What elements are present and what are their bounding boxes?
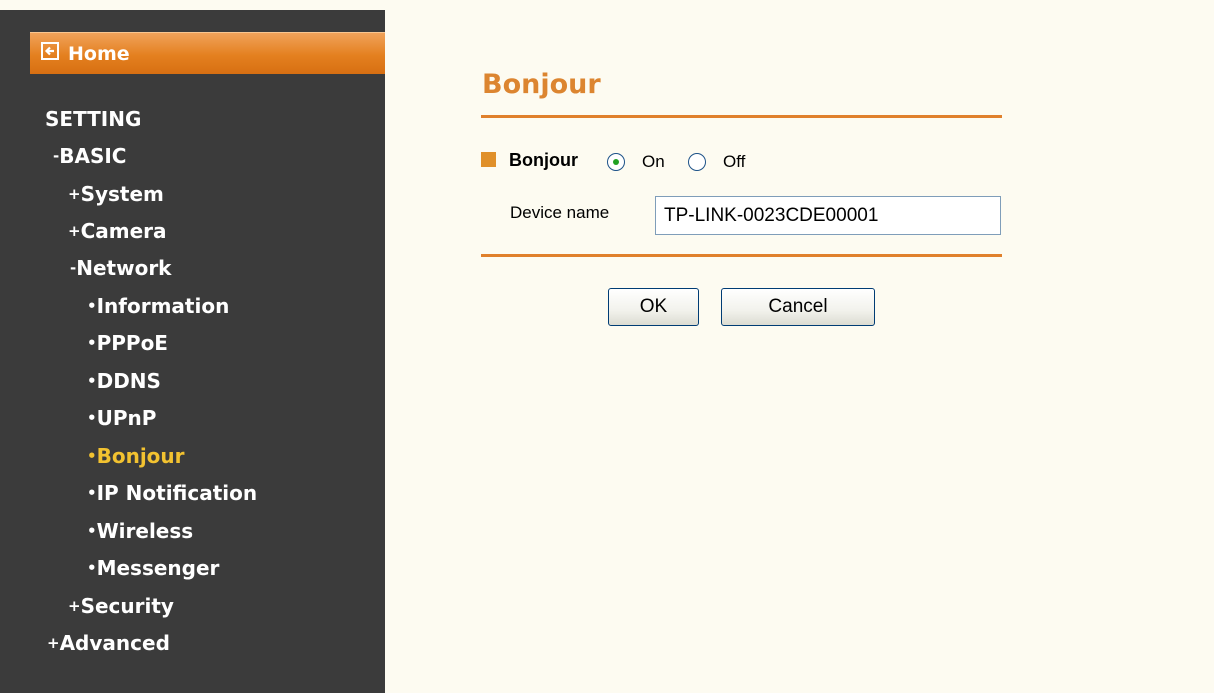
radio-off-label[interactable]: Off	[723, 152, 745, 172]
sidebar-item-messenger[interactable]: •Messenger	[87, 555, 219, 581]
sidebar-heading-setting: SETTING	[45, 107, 142, 131]
sidebar: Home SETTING -BASIC +System +Camera -Net…	[0, 10, 385, 693]
device-name-input[interactable]	[655, 196, 1001, 235]
sidebar-item-information[interactable]: •Information	[87, 293, 229, 319]
sidebar-item-ip-notification[interactable]: •IP Notification	[87, 480, 257, 506]
radio-on[interactable]	[607, 153, 625, 171]
back-arrow-icon	[41, 42, 59, 60]
sidebar-item-security[interactable]: +Security	[68, 593, 174, 619]
sidebar-item-system[interactable]: +System	[68, 181, 164, 207]
sidebar-item-upnp[interactable]: •UPnP	[87, 405, 156, 431]
radio-off[interactable]	[688, 153, 706, 171]
home-label[interactable]: Home	[68, 43, 130, 65]
sidebar-item-advanced[interactable]: +Advanced	[47, 630, 170, 656]
sidebar-item-network[interactable]: -Network	[70, 255, 171, 281]
sidebar-item-camera[interactable]: +Camera	[68, 218, 167, 244]
home-link[interactable]: Home	[30, 32, 385, 74]
bottom-divider	[481, 254, 1002, 257]
top-divider	[481, 115, 1002, 118]
sidebar-item-basic[interactable]: -BASIC	[53, 143, 126, 169]
radio-selected-dot	[613, 159, 619, 165]
sidebar-item-wireless[interactable]: •Wireless	[87, 518, 193, 544]
sidebar-item-bonjour[interactable]: •Bonjour	[87, 443, 185, 469]
page-title: Bonjour	[482, 69, 601, 100]
ok-button[interactable]: OK	[608, 288, 699, 326]
section-bullet-icon	[481, 152, 496, 167]
sidebar-item-ddns[interactable]: •DDNS	[87, 368, 161, 394]
bonjour-label: Bonjour	[509, 150, 578, 170]
device-name-label: Device name	[510, 203, 610, 222]
cancel-button[interactable]: Cancel	[721, 288, 875, 326]
sidebar-item-pppoe[interactable]: •PPPoE	[87, 330, 168, 356]
radio-on-label[interactable]: On	[642, 152, 665, 172]
